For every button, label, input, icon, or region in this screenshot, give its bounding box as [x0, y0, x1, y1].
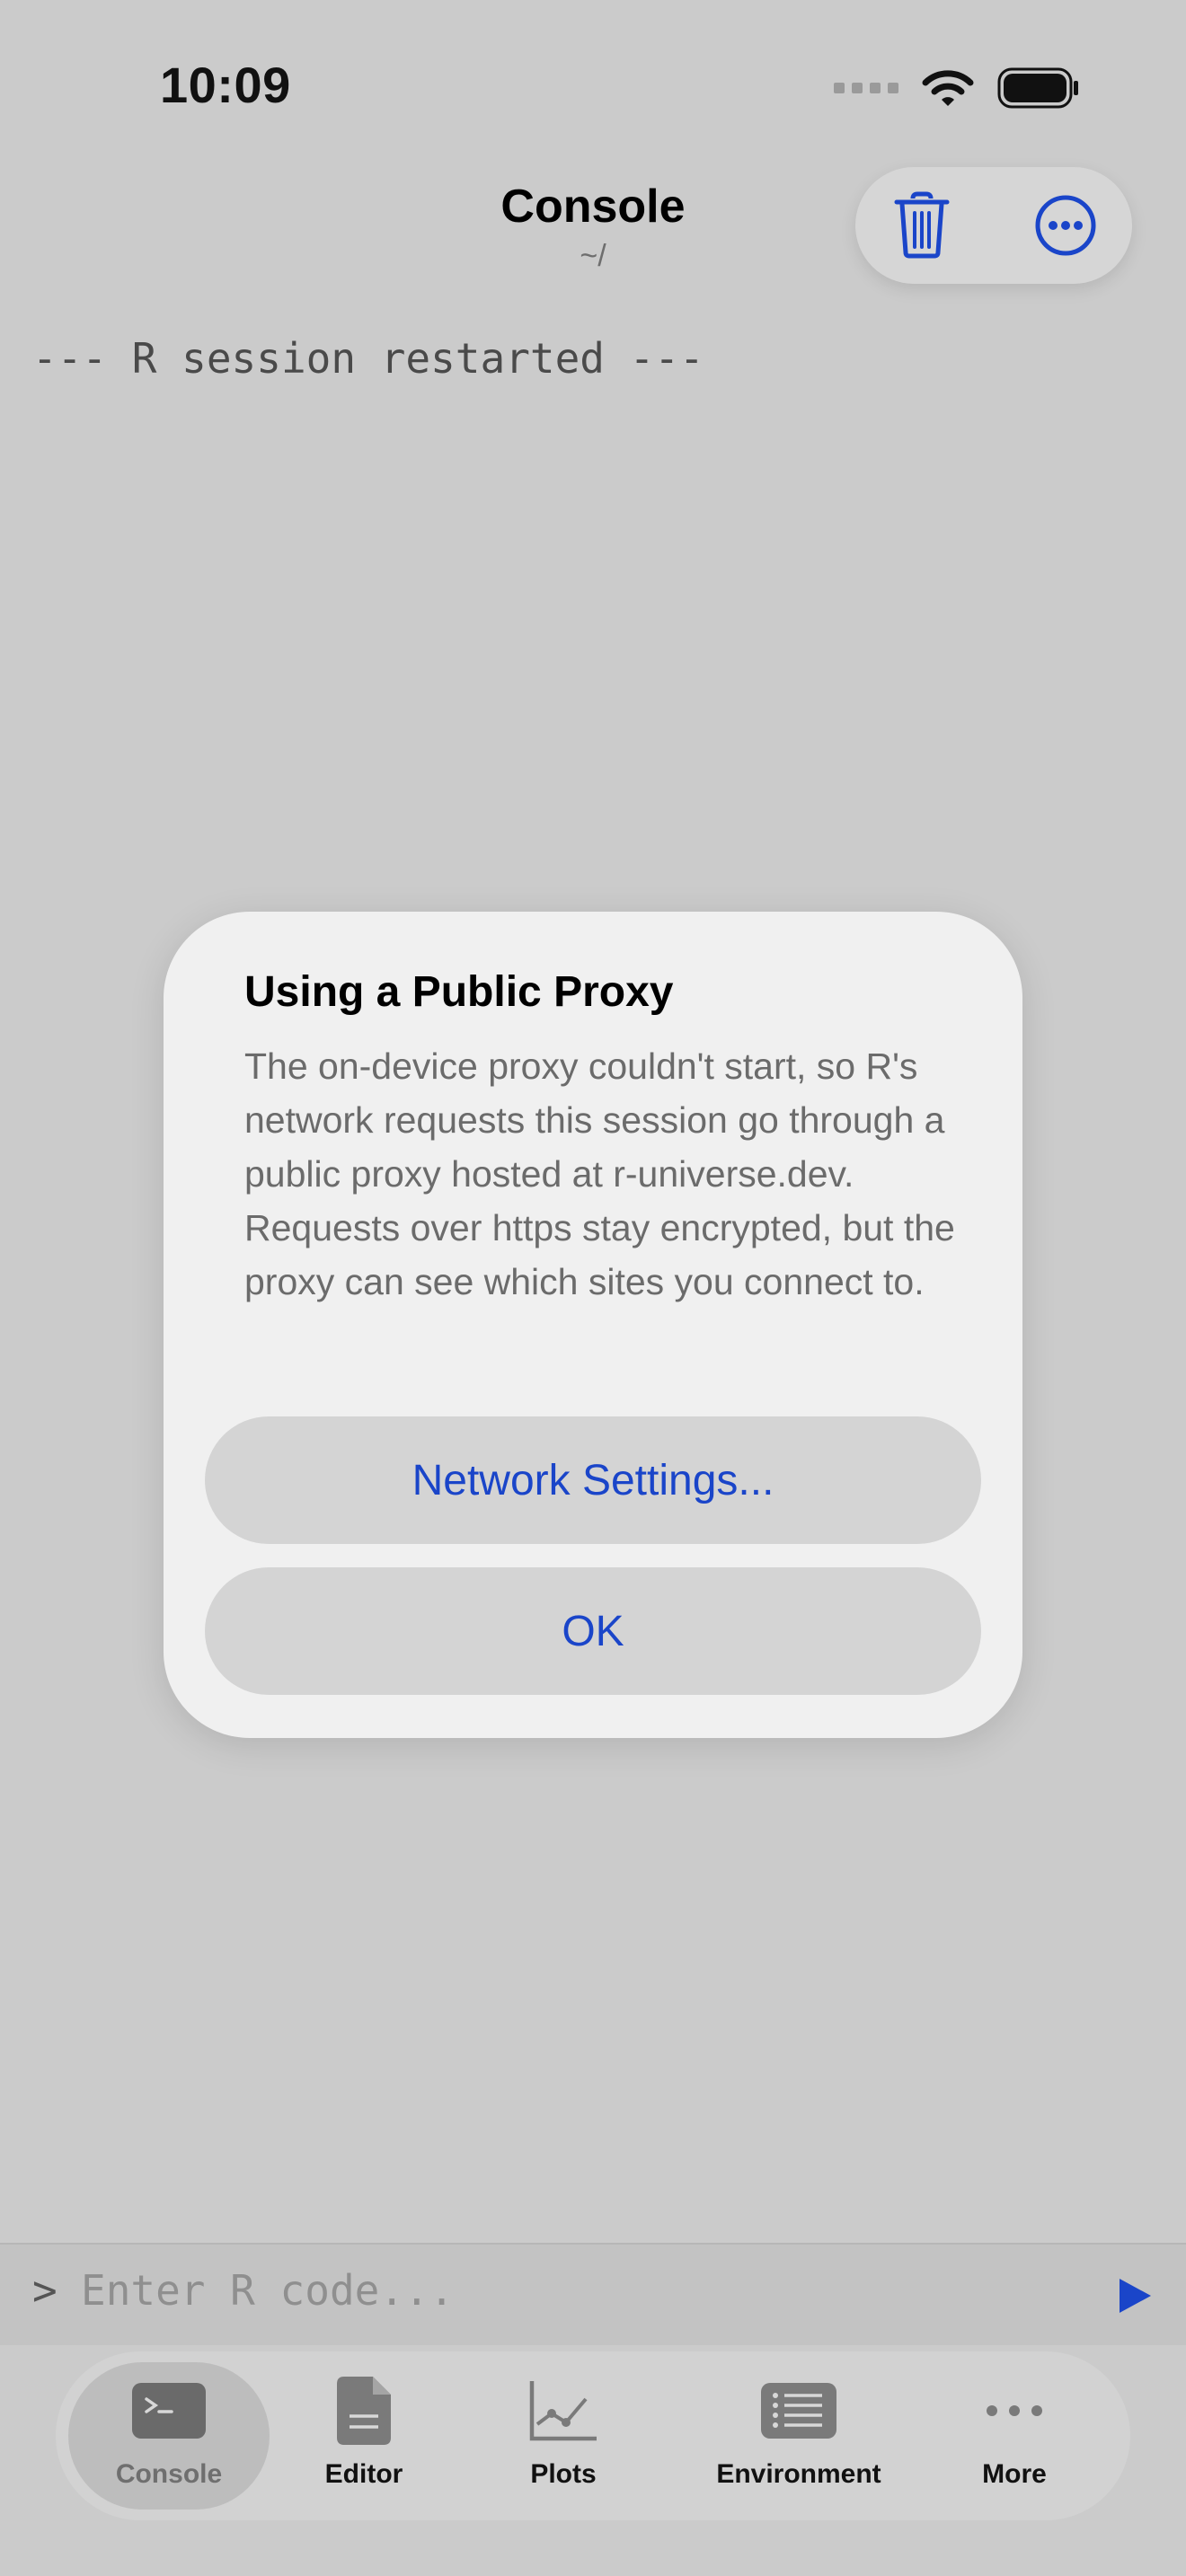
ok-button[interactable]: OK — [205, 1567, 981, 1695]
tab-environment[interactable]: Environment — [695, 2362, 902, 2510]
alert-message: The on-device proxy couldn't start, so R… — [244, 1045, 955, 1302]
tab-more[interactable]: More — [947, 2362, 1082, 2510]
ellipsis-icon — [987, 2405, 1042, 2416]
clear-console-button[interactable] — [886, 190, 958, 261]
more-options-button[interactable] — [1030, 190, 1102, 261]
terminal-icon — [132, 2383, 206, 2439]
public-proxy-alert: Using a Public Proxy The on-device proxy… — [164, 912, 1022, 1738]
tab-bar: Console Editor Plots Environment More — [56, 2351, 1130, 2520]
network-settings-button[interactable]: Network Settings... — [205, 1416, 981, 1544]
status-time: 10:09 — [160, 57, 291, 113]
console-output: --- R session restarted --- — [32, 334, 704, 383]
tab-editor[interactable]: Editor — [296, 2362, 431, 2510]
wifi-icon — [922, 70, 974, 106]
play-icon — [1120, 2279, 1151, 2313]
trash-icon — [894, 191, 950, 259]
code-input-bar: > — [0, 2243, 1186, 2345]
tab-console[interactable]: Console — [68, 2362, 270, 2510]
ellipsis-circle-icon — [1035, 195, 1096, 256]
document-icon — [337, 2377, 391, 2445]
header-actions — [855, 167, 1132, 284]
tab-label: Plots — [530, 2459, 597, 2489]
r-code-input[interactable] — [81, 2261, 1069, 2320]
battery-icon — [997, 67, 1078, 109]
tab-label: Editor — [324, 2459, 403, 2489]
tab-plots[interactable]: Plots — [496, 2362, 631, 2510]
alert-title: Using a Public Proxy — [244, 968, 674, 1016]
run-button[interactable] — [1114, 2275, 1155, 2316]
line-chart-icon — [529, 2381, 597, 2441]
prompt-symbol: > — [32, 2266, 58, 2315]
status-indicators — [834, 65, 1080, 111]
list-icon — [761, 2383, 836, 2439]
tab-label: More — [982, 2459, 1047, 2489]
tab-label: Console — [115, 2459, 223, 2489]
tab-label: Environment — [716, 2459, 881, 2489]
cellular-signal-icon — [834, 83, 898, 93]
